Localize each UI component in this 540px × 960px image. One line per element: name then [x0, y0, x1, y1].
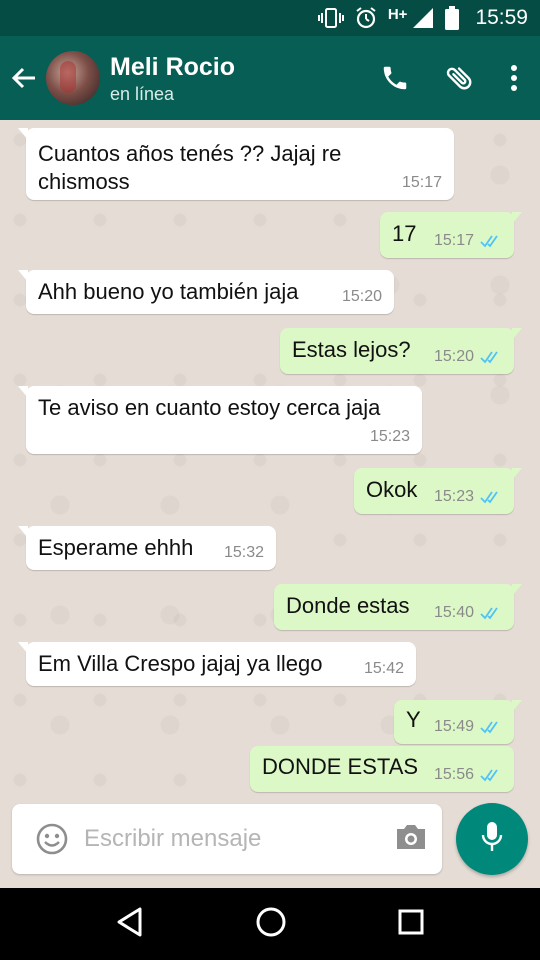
message-outgoing[interactable]: Okok 15:23: [354, 468, 522, 514]
navigation-bar: [0, 888, 540, 960]
read-ticks-icon: [480, 490, 502, 504]
message-time: 15:49: [433, 718, 474, 735]
message-time: 15:17: [401, 174, 442, 191]
phone-icon[interactable]: [380, 63, 410, 93]
read-ticks-icon: [480, 606, 502, 620]
message-time: 15:42: [363, 660, 404, 677]
contact-name: Meli Rocio: [110, 52, 236, 81]
vibrate-icon: [317, 7, 344, 29]
nav-back-icon[interactable]: [116, 907, 144, 942]
message-outgoing[interactable]: Estas lejos? 15:20: [280, 328, 522, 374]
message-outgoing[interactable]: Donde estas 15:40: [274, 584, 522, 630]
nav-recents-icon[interactable]: [398, 909, 424, 940]
message-meta: 15:42: [364, 660, 404, 678]
chat-header: Meli Rocio en línea: [0, 36, 540, 120]
message-incoming[interactable]: Cuantos años tenés ?? Jajaj re chismoss …: [18, 128, 454, 200]
message-meta: 15:56: [434, 766, 502, 784]
message-outgoing[interactable]: 17 15:17: [380, 212, 522, 258]
message-text: Y: [406, 707, 421, 732]
signal-icon: [411, 6, 435, 30]
message-time: 15:20: [433, 348, 474, 365]
message-composer: [12, 804, 442, 874]
network-type-label: H+: [387, 5, 408, 23]
message-text: Ahh bueno yo también jaja: [38, 279, 299, 304]
message-text: Okok: [366, 477, 418, 502]
message-incoming[interactable]: Te aviso en cuanto estoy cerca jaja 15:2…: [18, 386, 422, 454]
more-icon[interactable]: [510, 64, 518, 92]
message-time: 15:17: [433, 232, 474, 249]
message-time: 15:56: [433, 766, 474, 783]
message-text: Donde estas: [286, 593, 410, 618]
message-incoming[interactable]: Esperame ehhh 15:32: [18, 526, 276, 570]
message-text: 17: [392, 221, 417, 246]
message-text: Em Villa Crespo jajaj ya llego: [38, 651, 323, 676]
back-arrow-icon[interactable]: [2, 36, 46, 120]
alarm-icon: [354, 6, 378, 30]
read-ticks-icon: [480, 234, 502, 248]
message-time: 15:40: [433, 604, 474, 621]
message-outgoing[interactable]: DONDE ESTAS 15:56: [250, 746, 514, 792]
attach-icon[interactable]: [444, 62, 476, 94]
chat-area[interactable]: Cuantos años tenés ?? Jajaj re chismoss …: [0, 120, 540, 810]
camera-icon[interactable]: [394, 823, 428, 856]
status-bar: H+ 15:59: [0, 0, 540, 36]
message-meta: 15:20: [342, 288, 382, 306]
status-clock: 15:59: [475, 6, 528, 29]
read-ticks-icon: [480, 720, 502, 734]
read-ticks-icon: [480, 768, 502, 782]
contact-status: en línea: [110, 83, 175, 104]
message-time: 15:32: [223, 544, 264, 561]
message-meta: 15:23: [434, 488, 502, 506]
message-time: 15:23: [369, 428, 410, 445]
message-incoming[interactable]: Ahh bueno yo también jaja 15:20: [18, 270, 394, 314]
mic-button[interactable]: [456, 803, 528, 875]
emoji-icon[interactable]: [34, 821, 70, 857]
message-meta: 15:32: [224, 544, 264, 562]
battery-icon: [445, 6, 460, 30]
message-time: 15:23: [433, 488, 474, 505]
message-input[interactable]: [84, 825, 394, 853]
message-text: Esperame ehhh: [38, 535, 194, 560]
contact-info[interactable]: Meli Rocio en línea: [110, 52, 380, 105]
avatar[interactable]: [46, 51, 100, 105]
message-time: 15:20: [341, 288, 382, 305]
message-meta: 15:23: [370, 428, 410, 446]
message-text: DONDE ESTAS: [262, 754, 419, 779]
message-text: Cuantos años tenés ?? Jajaj re chismoss: [38, 141, 342, 194]
message-meta: 15:17: [402, 174, 442, 192]
message-meta: 15:20: [434, 348, 502, 366]
read-ticks-icon: [480, 350, 502, 364]
message-text: Estas lejos?: [292, 337, 411, 362]
message-outgoing[interactable]: Y 15:49: [394, 700, 522, 744]
nav-home-icon[interactable]: [255, 906, 287, 943]
message-meta: 15:40: [434, 604, 502, 622]
message-text: Te aviso en cuanto estoy cerca jaja: [38, 395, 381, 420]
message-meta: 15:17: [434, 232, 502, 250]
message-incoming[interactable]: Em Villa Crespo jajaj ya llego 15:42: [18, 642, 416, 686]
mic-icon: [481, 821, 503, 858]
message-meta: 15:49: [434, 718, 502, 736]
